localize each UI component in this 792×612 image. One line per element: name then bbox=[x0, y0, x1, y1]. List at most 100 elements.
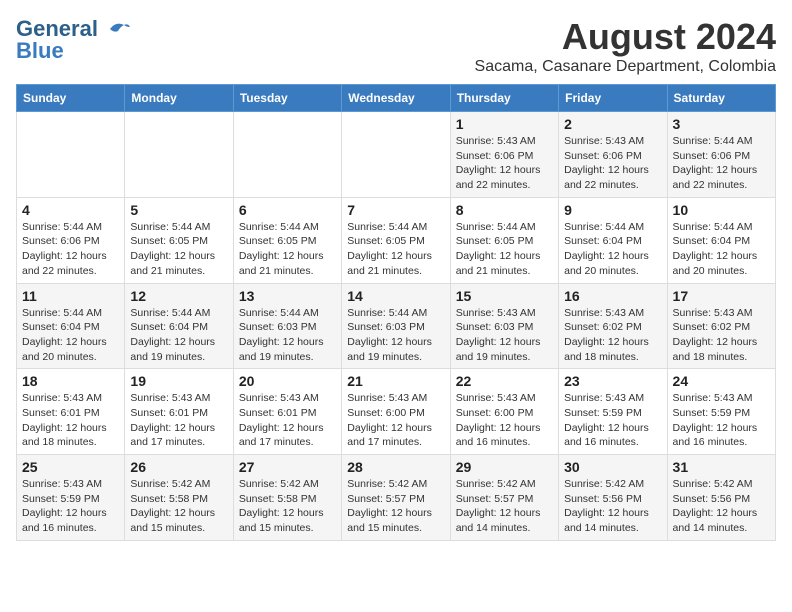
cell-detail: Sunrise: 5:43 AM Sunset: 5:59 PM Dayligh… bbox=[22, 477, 119, 536]
week-row-2: 4Sunrise: 5:44 AM Sunset: 6:06 PM Daylig… bbox=[17, 197, 776, 283]
calendar-cell: 22 Sunrise: 5:43 AM Sunset: 6:00 PM Dayli… bbox=[450, 369, 558, 455]
calendar-cell: 24Sunrise: 5:43 AM Sunset: 5:59 PM Dayli… bbox=[667, 369, 775, 455]
cell-day-number: 28 bbox=[347, 459, 444, 475]
calendar-cell: 5 Sunrise: 5:44 AM Sunset: 6:05 PM Daylig… bbox=[125, 197, 233, 283]
cell-detail: Sunrise: 5:42 AM Sunset: 5:58 PM Dayligh… bbox=[130, 477, 227, 536]
cell-detail: Sunrise: 5:43 AM Sunset: 6:02 PM Dayligh… bbox=[673, 306, 770, 365]
calendar-cell: 14Sunrise: 5:44 AM Sunset: 6:03 PM Dayli… bbox=[342, 283, 450, 369]
cell-detail: Sunrise: 5:44 AM Sunset: 6:05 PM Dayligh… bbox=[347, 220, 444, 279]
title-area: August 2024 Sacama, Casanare Department,… bbox=[475, 16, 776, 76]
calendar-cell: 19 Sunrise: 5:43 AM Sunset: 6:01 PM Dayli… bbox=[125, 369, 233, 455]
cell-detail: Sunrise: 5:43 AM Sunset: 6:01 PM Dayligh… bbox=[239, 391, 336, 450]
cell-detail: Sunrise: 5:43 AM Sunset: 6:06 PM Dayligh… bbox=[564, 134, 661, 193]
calendar-title: August 2024 bbox=[475, 16, 776, 58]
cell-day-number: 9 bbox=[564, 202, 661, 218]
calendar-cell: 27 Sunrise: 5:42 AM Sunset: 5:58 PM Dayli… bbox=[233, 455, 341, 541]
calendar-cell: 12Sunrise: 5:44 AM Sunset: 6:04 PM Dayli… bbox=[125, 283, 233, 369]
calendar-subtitle: Sacama, Casanare Department, Colombia bbox=[475, 58, 776, 76]
cell-day-number: 18 bbox=[22, 373, 119, 389]
calendar-cell: 18 Sunrise: 5:43 AM Sunset: 6:01 PM Dayli… bbox=[17, 369, 125, 455]
calendar-cell: 25Sunrise: 5:43 AM Sunset: 5:59 PM Dayli… bbox=[17, 455, 125, 541]
cell-day-number: 15 bbox=[456, 288, 553, 304]
cell-detail: Sunrise: 5:43 AM Sunset: 6:02 PM Dayligh… bbox=[564, 306, 661, 365]
calendar-cell: 4Sunrise: 5:44 AM Sunset: 6:06 PM Daylig… bbox=[17, 197, 125, 283]
header-row: SundayMondayTuesdayWednesdayThursdayFrid… bbox=[17, 85, 776, 112]
cell-day-number: 10 bbox=[673, 202, 770, 218]
header-day-monday: Monday bbox=[125, 85, 233, 112]
cell-day-number: 6 bbox=[239, 202, 336, 218]
week-row-5: 25Sunrise: 5:43 AM Sunset: 5:59 PM Dayli… bbox=[17, 455, 776, 541]
cell-day-number: 29 bbox=[456, 459, 553, 475]
cell-day-number: 27 bbox=[239, 459, 336, 475]
header-day-sunday: Sunday bbox=[17, 85, 125, 112]
calendar-cell: 26 Sunrise: 5:42 AM Sunset: 5:58 PM Dayli… bbox=[125, 455, 233, 541]
cell-detail: Sunrise: 5:44 AM Sunset: 6:04 PM Dayligh… bbox=[130, 306, 227, 365]
cell-day-number: 2 bbox=[564, 116, 661, 132]
cell-detail: Sunrise: 5:43 AM Sunset: 6:06 PM Dayligh… bbox=[456, 134, 553, 193]
calendar-cell: 16 Sunrise: 5:43 AM Sunset: 6:02 PM Dayli… bbox=[559, 283, 667, 369]
cell-detail: Sunrise: 5:44 AM Sunset: 6:03 PM Dayligh… bbox=[239, 306, 336, 365]
cell-detail: Sunrise: 5:44 AM Sunset: 6:04 PM Dayligh… bbox=[673, 220, 770, 279]
cell-day-number: 5 bbox=[130, 202, 227, 218]
cell-detail: Sunrise: 5:43 AM Sunset: 6:01 PM Dayligh… bbox=[22, 391, 119, 450]
cell-day-number: 4 bbox=[22, 202, 119, 218]
calendar-cell: 7 Sunrise: 5:44 AM Sunset: 6:05 PM Daylig… bbox=[342, 197, 450, 283]
week-row-3: 11 Sunrise: 5:44 AM Sunset: 6:04 PM Dayli… bbox=[17, 283, 776, 369]
cell-detail: Sunrise: 5:43 AM Sunset: 6:01 PM Dayligh… bbox=[130, 391, 227, 450]
cell-detail: Sunrise: 5:44 AM Sunset: 6:04 PM Dayligh… bbox=[22, 306, 119, 365]
cell-day-number: 30 bbox=[564, 459, 661, 475]
calendar-cell: 11 Sunrise: 5:44 AM Sunset: 6:04 PM Dayli… bbox=[17, 283, 125, 369]
cell-day-number: 3 bbox=[673, 116, 770, 132]
cell-day-number: 31 bbox=[673, 459, 770, 475]
cell-day-number: 19 bbox=[130, 373, 227, 389]
calendar-table: SundayMondayTuesdayWednesdayThursdayFrid… bbox=[16, 84, 776, 541]
cell-detail: Sunrise: 5:42 AM Sunset: 5:57 PM Dayligh… bbox=[347, 477, 444, 536]
cell-day-number: 26 bbox=[130, 459, 227, 475]
header-day-thursday: Thursday bbox=[450, 85, 558, 112]
cell-detail: Sunrise: 5:42 AM Sunset: 5:57 PM Dayligh… bbox=[456, 477, 553, 536]
calendar-cell: 8 Sunrise: 5:44 AM Sunset: 6:05 PM Daylig… bbox=[450, 197, 558, 283]
cell-day-number: 11 bbox=[22, 288, 119, 304]
cell-detail: Sunrise: 5:43 AM Sunset: 5:59 PM Dayligh… bbox=[564, 391, 661, 450]
calendar-cell bbox=[17, 112, 125, 198]
calendar-cell: 6 Sunrise: 5:44 AM Sunset: 6:05 PM Daylig… bbox=[233, 197, 341, 283]
cell-detail: Sunrise: 5:44 AM Sunset: 6:05 PM Dayligh… bbox=[239, 220, 336, 279]
calendar-cell: 10 Sunrise: 5:44 AM Sunset: 6:04 PM Dayli… bbox=[667, 197, 775, 283]
calendar-cell bbox=[125, 112, 233, 198]
calendar-cell: 28 Sunrise: 5:42 AM Sunset: 5:57 PM Dayli… bbox=[342, 455, 450, 541]
calendar-cell: 23 Sunrise: 5:43 AM Sunset: 5:59 PM Dayli… bbox=[559, 369, 667, 455]
cell-detail: Sunrise: 5:44 AM Sunset: 6:05 PM Dayligh… bbox=[456, 220, 553, 279]
cell-day-number: 23 bbox=[564, 373, 661, 389]
calendar-cell: 15 Sunrise: 5:43 AM Sunset: 6:03 PM Dayli… bbox=[450, 283, 558, 369]
cell-day-number: 8 bbox=[456, 202, 553, 218]
calendar-cell bbox=[233, 112, 341, 198]
cell-day-number: 16 bbox=[564, 288, 661, 304]
cell-detail: Sunrise: 5:44 AM Sunset: 6:04 PM Dayligh… bbox=[564, 220, 661, 279]
cell-detail: Sunrise: 5:42 AM Sunset: 5:56 PM Dayligh… bbox=[673, 477, 770, 536]
cell-detail: Sunrise: 5:44 AM Sunset: 6:06 PM Dayligh… bbox=[673, 134, 770, 193]
calendar-cell bbox=[342, 112, 450, 198]
header-day-wednesday: Wednesday bbox=[342, 85, 450, 112]
cell-detail: Sunrise: 5:43 AM Sunset: 6:03 PM Dayligh… bbox=[456, 306, 553, 365]
cell-day-number: 17 bbox=[673, 288, 770, 304]
cell-detail: Sunrise: 5:44 AM Sunset: 6:03 PM Dayligh… bbox=[347, 306, 444, 365]
logo-text-blue: Blue bbox=[16, 38, 64, 64]
week-row-1: 1Sunrise: 5:43 AM Sunset: 6:06 PM Daylig… bbox=[17, 112, 776, 198]
cell-detail: Sunrise: 5:42 AM Sunset: 5:58 PM Dayligh… bbox=[239, 477, 336, 536]
calendar-cell: 9 Sunrise: 5:44 AM Sunset: 6:04 PM Daylig… bbox=[559, 197, 667, 283]
cell-detail: Sunrise: 5:43 AM Sunset: 6:00 PM Dayligh… bbox=[347, 391, 444, 450]
cell-day-number: 13 bbox=[239, 288, 336, 304]
header: General Blue August 2024 Sacama, Casanar… bbox=[16, 16, 776, 76]
calendar-body: 1Sunrise: 5:43 AM Sunset: 6:06 PM Daylig… bbox=[17, 112, 776, 541]
cell-detail: Sunrise: 5:44 AM Sunset: 6:05 PM Dayligh… bbox=[130, 220, 227, 279]
week-row-4: 18 Sunrise: 5:43 AM Sunset: 6:01 PM Dayli… bbox=[17, 369, 776, 455]
cell-detail: Sunrise: 5:43 AM Sunset: 6:00 PM Dayligh… bbox=[456, 391, 553, 450]
cell-day-number: 22 bbox=[456, 373, 553, 389]
cell-day-number: 7 bbox=[347, 202, 444, 218]
calendar-cell: 3 Sunrise: 5:44 AM Sunset: 6:06 PM Daylig… bbox=[667, 112, 775, 198]
calendar-cell: 29 Sunrise: 5:42 AM Sunset: 5:57 PM Dayli… bbox=[450, 455, 558, 541]
calendar-cell: 20 Sunrise: 5:43 AM Sunset: 6:01 PM Dayli… bbox=[233, 369, 341, 455]
cell-day-number: 20 bbox=[239, 373, 336, 389]
calendar-header: SundayMondayTuesdayWednesdayThursdayFrid… bbox=[17, 85, 776, 112]
cell-day-number: 21 bbox=[347, 373, 444, 389]
